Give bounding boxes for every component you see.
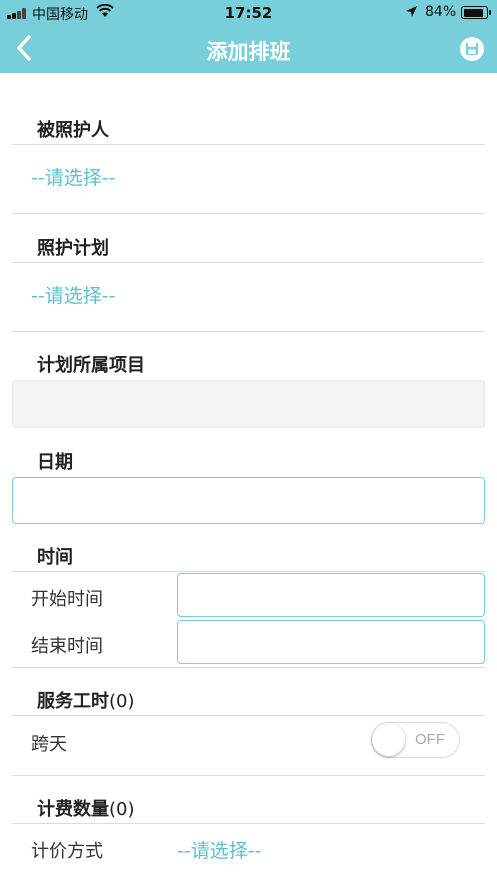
date-input[interactable] — [12, 477, 485, 524]
pricing-method-picker[interactable]: --请选择-- — [177, 836, 261, 863]
divider — [12, 667, 485, 668]
end-time-label: 结束时间 — [31, 636, 103, 657]
care-recipient-picker[interactable]: --请选择-- — [31, 163, 115, 190]
billing-quantity-count: (0) — [109, 799, 135, 820]
care-plan-picker[interactable]: --请选择-- — [31, 281, 115, 308]
cross-day-label: 跨天 — [31, 734, 67, 755]
care-plan-label: 照护计划 — [37, 238, 109, 259]
location-arrow-icon — [406, 6, 417, 17]
status-time: 17:52 — [224, 4, 273, 22]
billing-quantity-label: 计费数量(0) — [37, 799, 135, 820]
time-label: 时间 — [37, 547, 73, 568]
divider — [12, 331, 485, 332]
page-title: 添加排班 — [206, 40, 291, 64]
service-hours-label: 服务工时(0) — [37, 691, 135, 712]
save-floppy-icon[interactable] — [459, 36, 485, 62]
divider — [12, 144, 485, 145]
toggle-state-text: OFF — [415, 731, 445, 748]
divider — [12, 715, 485, 716]
divider — [12, 213, 485, 214]
divider — [12, 823, 485, 824]
plan-project-field — [12, 380, 485, 428]
divider — [12, 775, 485, 776]
plan-project-label: 计划所属项目 — [37, 355, 145, 376]
cross-day-toggle[interactable]: OFF — [371, 722, 460, 758]
battery-icon — [461, 6, 491, 19]
pricing-method-label: 计价方式 — [31, 841, 103, 862]
status-bar: 中国移动 17:52 84% — [0, 0, 497, 26]
start-time-label: 开始时间 — [31, 589, 103, 610]
care-recipient-label: 被照护人 — [37, 120, 109, 141]
header-bar: 中国移动 17:52 84% 添加排班 — [0, 0, 497, 73]
toggle-knob — [372, 723, 405, 756]
battery-percent: 84% — [425, 4, 457, 20]
service-hours-count: (0) — [109, 691, 135, 712]
start-time-input[interactable] — [177, 573, 485, 617]
divider — [12, 571, 485, 572]
end-time-input[interactable] — [177, 620, 485, 664]
divider — [12, 262, 485, 263]
date-label: 日期 — [37, 452, 73, 473]
